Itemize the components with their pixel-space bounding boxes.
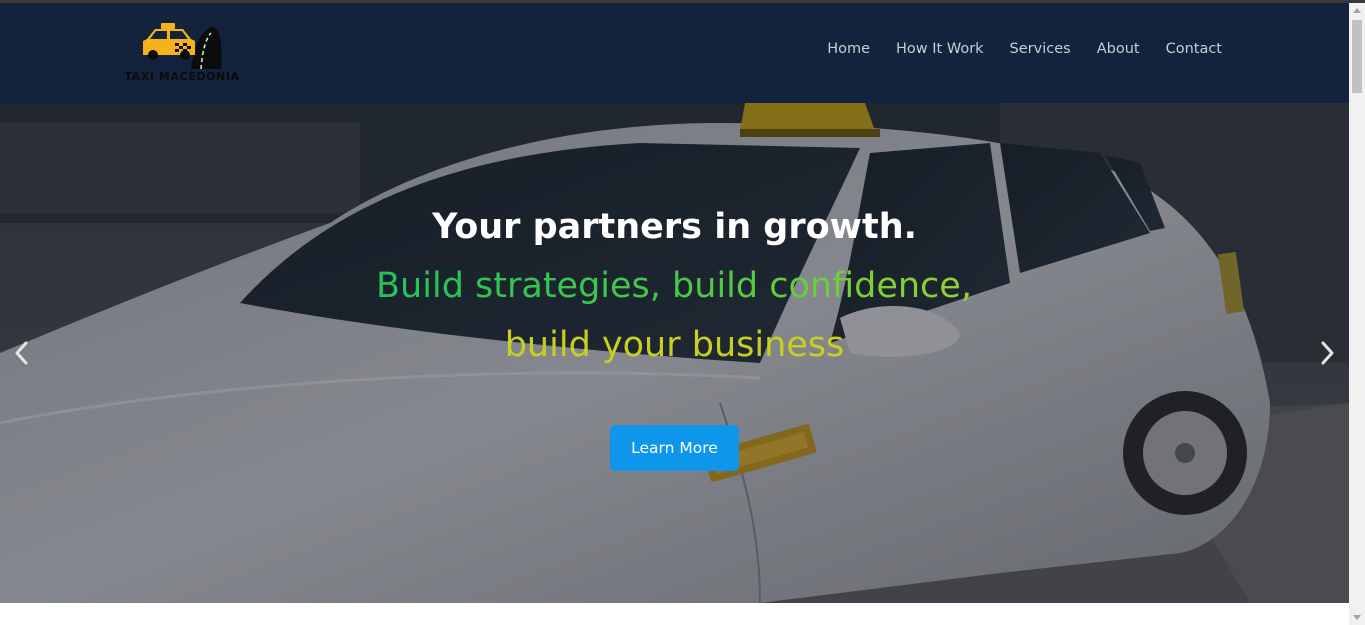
carousel-next-button[interactable]: [1315, 339, 1339, 367]
site-logo[interactable]: TAXI MACEDONIA: [115, 17, 255, 89]
nav-link-contact[interactable]: Contact: [1166, 41, 1222, 57]
hero-headline: Your partners in growth.: [432, 207, 917, 247]
nav-link-services[interactable]: Services: [1010, 41, 1071, 57]
hero-subline-2: build your business: [504, 325, 845, 365]
chevron-left-icon: [15, 341, 28, 365]
chevron-right-icon: [1321, 341, 1334, 365]
page-below-hero: [0, 603, 1349, 625]
logo-text: TAXI MACEDONIA: [124, 70, 240, 83]
scroll-thumb[interactable]: [1352, 20, 1362, 93]
scroll-down-arrow-icon[interactable]: [1353, 615, 1361, 620]
page-scrollbar[interactable]: [1349, 3, 1365, 625]
taxi-car-road-icon: [143, 23, 222, 70]
learn-more-button[interactable]: Learn More: [610, 425, 739, 471]
hero-subline-1: Build strategies, build confidence,: [353, 266, 995, 306]
site-header: TAXI MACEDONIA Home How It Work Services…: [0, 3, 1349, 103]
hero-subline-1-wrap: Build strategies, build confidence,: [353, 266, 995, 314]
nav-link-how-it-work[interactable]: How It Work: [896, 41, 984, 57]
scroll-up-arrow-icon[interactable]: [1353, 8, 1361, 13]
nav-link-home[interactable]: Home: [827, 41, 870, 57]
main-nav: Home How It Work Services About Contact: [801, 41, 1222, 57]
carousel-prev-button[interactable]: [10, 339, 34, 367]
nav-link-about[interactable]: About: [1097, 41, 1140, 57]
hero-carousel: Your partners in growth. Build strategie…: [0, 103, 1349, 603]
